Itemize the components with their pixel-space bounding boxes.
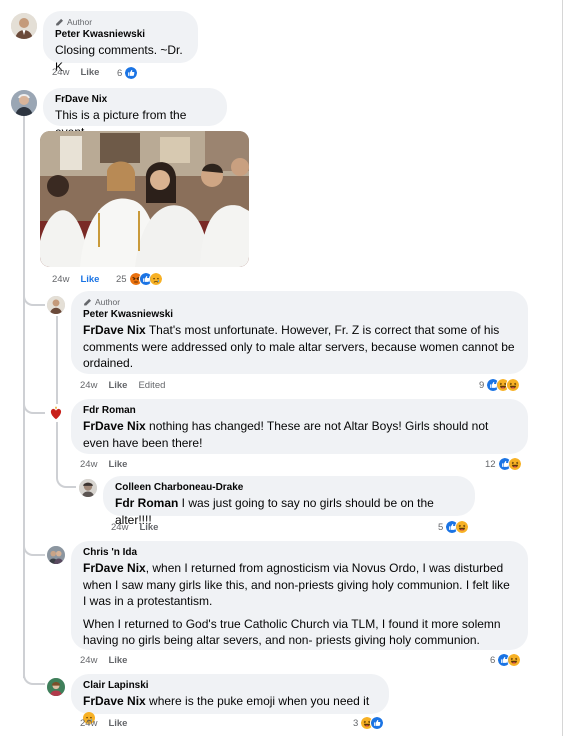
thread-line xyxy=(23,114,25,678)
reaction-count: 9 xyxy=(479,379,485,391)
author-badge-label: Author xyxy=(95,297,121,307)
avatar[interactable] xyxy=(47,404,65,422)
reaction-count: 5 xyxy=(438,521,444,533)
avatar[interactable] xyxy=(79,479,97,497)
comment-body: where is the puke emoji when you need it xyxy=(145,694,370,708)
timestamp[interactable]: 24w xyxy=(80,718,97,729)
timestamp[interactable]: 24w xyxy=(80,655,97,666)
reaction-count: 25 xyxy=(116,273,127,285)
thread-branch xyxy=(23,540,45,556)
comments-panel: Author Peter Kwasniewski Closing comment… xyxy=(0,0,563,736)
commenter-name[interactable]: Colleen Charboneau-Drake xyxy=(115,481,463,495)
like-button[interactable]: Like xyxy=(108,718,127,729)
comment-text: FrDave Nix That's most unfortunate. Howe… xyxy=(83,322,516,372)
thread-branch xyxy=(23,290,45,306)
haha-reaction-icon xyxy=(507,457,522,471)
commenter-name[interactable]: Chris 'n Ida xyxy=(83,546,516,560)
mention-link[interactable]: FrDave Nix xyxy=(83,561,146,575)
mention-link[interactable]: FrDave Nix xyxy=(83,694,146,708)
like-button[interactable]: Like xyxy=(108,459,127,470)
reaction-count: 3 xyxy=(353,717,359,729)
timestamp[interactable]: 24w xyxy=(52,274,69,285)
thread-line xyxy=(56,316,58,476)
edited-label: Edited xyxy=(138,380,166,391)
reply-bubble: Clair Lapinski FrDave Nix where is the p… xyxy=(71,674,389,714)
reaction-summary[interactable]: 6 xyxy=(117,66,139,80)
comment-text: FrDave Nix nothing has changed! These ar… xyxy=(83,418,516,451)
commenter-name[interactable]: FrDave Nix xyxy=(55,93,215,107)
comment-bubble: FrDave Nix This is a picture from the ev… xyxy=(43,88,227,139)
comment-actions: 24w Like Edited xyxy=(80,380,165,391)
commenter-name[interactable]: Clair Lapinski xyxy=(83,679,377,693)
mention-link[interactable]: FrDave Nix xyxy=(83,323,146,337)
like-reaction-icon xyxy=(370,716,385,730)
pencil-icon xyxy=(55,18,64,27)
reaction-summary[interactable]: 3 xyxy=(353,716,385,730)
like-reaction-icon xyxy=(124,66,139,80)
pencil-icon xyxy=(83,298,92,307)
reaction-count: 6 xyxy=(117,67,123,79)
reaction-summary[interactable]: 25 xyxy=(116,272,163,286)
sad-reaction-icon xyxy=(148,272,163,286)
author-badge: Author xyxy=(55,16,186,28)
reply-bubble: Colleen Charboneau-Drake Fdr Roman I was… xyxy=(103,476,475,527)
commenter-name[interactable]: Fdr Roman xyxy=(83,404,516,418)
avatar[interactable] xyxy=(47,678,65,696)
reply-bubble: Chris 'n Ida FrDave Nix, when I returned… xyxy=(71,541,528,650)
comment-text: FrDave Nix, when I returned from agnosti… xyxy=(83,560,516,610)
comment-actions: 24w Like xyxy=(52,67,99,78)
mention-link[interactable]: FrDave Nix xyxy=(83,419,146,433)
reaction-count: 6 xyxy=(490,654,496,666)
attached-photo[interactable] xyxy=(40,131,249,267)
comment-actions: 24w Like xyxy=(52,274,99,285)
comment-text-paragraph-2: When I returned to God's true Catholic C… xyxy=(83,616,501,648)
reaction-summary[interactable]: 5 xyxy=(438,520,470,534)
avatar[interactable] xyxy=(47,546,65,564)
reaction-summary[interactable]: 9 xyxy=(479,378,521,392)
author-badge-label: Author xyxy=(67,17,93,27)
comment-bubble: Author Peter Kwasniewski Closing comment… xyxy=(43,11,198,74)
reaction-summary[interactable]: 12 xyxy=(485,457,522,471)
haha-reaction-icon xyxy=(507,653,522,667)
comment-actions: 24w Like xyxy=(80,718,127,729)
commenter-name[interactable]: Peter Kwasniewski xyxy=(55,28,186,42)
like-button[interactable]: Like xyxy=(80,67,99,78)
thread-branch xyxy=(56,474,76,488)
reaction-count: 12 xyxy=(485,458,496,470)
like-button[interactable]: Like xyxy=(108,380,127,391)
thread-branch xyxy=(23,398,45,414)
comment-text: Fdr Roman I was just going to say no gir… xyxy=(115,495,463,528)
timestamp[interactable]: 24w xyxy=(80,459,97,470)
comment-actions: 24w Like xyxy=(111,522,158,533)
like-button[interactable]: Like xyxy=(139,522,158,533)
timestamp[interactable]: 24w xyxy=(52,67,69,78)
timestamp[interactable]: 24w xyxy=(111,522,128,533)
comment-actions: 24w Like xyxy=(80,459,127,470)
mention-link[interactable]: Fdr Roman xyxy=(115,496,178,510)
timestamp[interactable]: 24w xyxy=(80,380,97,391)
avatar[interactable] xyxy=(47,296,65,314)
comment-actions: 24w Like xyxy=(80,655,127,666)
reply-bubble: Fdr Roman FrDave Nix nothing has changed… xyxy=(71,399,528,454)
avatar[interactable] xyxy=(11,90,37,116)
haha-reaction-icon xyxy=(455,520,470,534)
like-button[interactable]: Like xyxy=(80,274,99,285)
reaction-summary[interactable]: 6 xyxy=(490,653,522,667)
like-button[interactable]: Like xyxy=(108,655,127,666)
commenter-name[interactable]: Peter Kwasniewski xyxy=(83,308,516,322)
reply-bubble: Author Peter Kwasniewski FrDave Nix That… xyxy=(71,291,528,374)
author-badge: Author xyxy=(83,296,516,308)
haha-reaction-icon xyxy=(506,378,521,392)
avatar[interactable] xyxy=(11,13,37,39)
thread-branch xyxy=(23,669,45,685)
comment-body: , when I returned from agnosticism via N… xyxy=(83,561,510,608)
comment-body: That's most unfortunate. However, Fr. Z … xyxy=(83,323,515,370)
